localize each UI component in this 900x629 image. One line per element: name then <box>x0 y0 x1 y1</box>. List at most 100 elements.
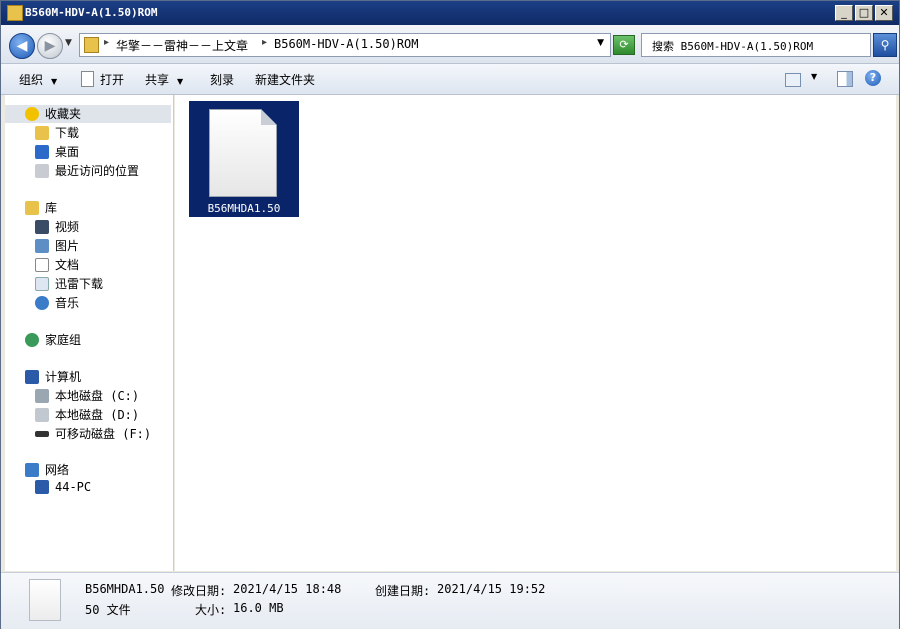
open-button[interactable]: 打开 <box>81 71 124 88</box>
command-bar: 组织 ▼ 打开 共享 ▼ 刻录 新建文件夹 ▼ ? <box>1 64 899 95</box>
window-title: B560M-HDV-A(1.50)ROM <box>25 6 158 19</box>
breadcrumb-item[interactable]: B560M-HDV-A(1.50)ROM <box>274 37 419 51</box>
network-computer-icon <box>35 480 49 494</box>
view-options-icon[interactable] <box>785 73 801 87</box>
file-name: B56MHDA1.50 <box>207 202 281 215</box>
sidebar-item-videos[interactable]: 视频 <box>35 218 79 236</box>
close-button[interactable]: ✕ <box>875 5 893 21</box>
star-icon <box>25 107 39 121</box>
sidebar-item-label: 网络 <box>45 463 70 477</box>
sidebar-item-label: 可移动磁盘 (F:) <box>55 427 152 441</box>
sidebar-item-network[interactable]: 网络 <box>25 461 69 479</box>
sidebar-item-music[interactable]: 音乐 <box>35 294 79 312</box>
sidebar-item-label: 迅雷下载 <box>55 277 104 291</box>
music-icon <box>35 296 49 310</box>
explorer-window: B560M-HDV-A(1.50)ROM _ □ ✕ ◀ ▶ ▼ ▸ 华擎－－雷… <box>0 0 900 629</box>
recent-places-icon <box>35 164 49 178</box>
system-drive-icon <box>35 389 49 403</box>
sidebar-item-downloads[interactable]: 下载 <box>35 124 79 142</box>
sidebar-item-label: 视频 <box>55 220 80 234</box>
search-placeholder: 搜索 B560M-HDV-A(1.50)ROM <box>652 40 814 53</box>
burn-button[interactable]: 刻录 <box>210 71 234 88</box>
sidebar-item-label: 库 <box>45 201 58 215</box>
help-icon[interactable]: ? <box>865 70 881 86</box>
forward-button[interactable]: ▶ <box>37 33 63 59</box>
title-bar[interactable]: B560M-HDV-A(1.50)ROM _ □ ✕ <box>1 1 899 25</box>
details-pane: B56MHDA1.50 50 文件 修改日期: 2021/4/15 18:48 … <box>1 572 899 629</box>
window-controls: _ □ ✕ <box>835 5 893 21</box>
sidebar-item-pictures[interactable]: 图片 <box>35 237 79 255</box>
sidebar-item-thunder-downloads[interactable]: 迅雷下载 <box>35 275 103 293</box>
modified-label: 修改日期: <box>171 584 227 598</box>
sidebar-item-label: 本地磁盘 (D:) <box>55 408 140 422</box>
sidebar-item-computer[interactable]: 计算机 <box>25 368 81 386</box>
sidebar-item-desktop[interactable]: 桌面 <box>35 143 79 161</box>
share-button[interactable]: 共享 ▼ <box>145 71 183 88</box>
breadcrumb-separator[interactable]: ▸ <box>104 37 109 48</box>
modified-value: 2021/4/15 18:48 <box>233 582 342 596</box>
breadcrumb-item[interactable]: 华擎－－雷神－－上文章 <box>116 37 248 54</box>
maximize-button[interactable]: □ <box>855 5 873 21</box>
share-label: 共享 <box>145 73 170 87</box>
sidebar-item-label: 收藏夹 <box>45 107 82 121</box>
file-list[interactable]: B56MHDA1.50 <box>175 95 896 571</box>
homegroup-icon <box>25 333 39 347</box>
sidebar-item-libraries[interactable]: 库 <box>25 199 57 217</box>
size-label: 大小: <box>195 603 227 617</box>
back-button[interactable]: ◀ <box>9 33 35 59</box>
organize-label: 组织 <box>19 73 44 87</box>
folder-icon <box>84 37 99 53</box>
thunder-download-icon <box>35 277 49 291</box>
video-icon <box>35 220 49 234</box>
desktop-icon <box>35 145 49 159</box>
hard-drive-icon <box>35 408 49 422</box>
preview-pane-icon[interactable] <box>837 71 853 87</box>
sidebar-item-label: 图片 <box>55 239 80 253</box>
download-folder-icon <box>35 126 49 140</box>
created-label: 创建日期: <box>375 584 431 598</box>
pictures-icon <box>35 239 49 253</box>
sidebar-item-label: 音乐 <box>55 296 80 310</box>
navigation-pane: 收藏夹 下载 桌面 最近访问的位置 库 视频 图片 文档 迅雷下载 音乐 家庭组… <box>5 95 174 571</box>
sidebar-item-label: 最近访问的位置 <box>55 164 140 178</box>
organize-button[interactable]: 组织 ▼ <box>19 71 57 88</box>
sidebar-item-label: 计算机 <box>45 370 82 384</box>
sidebar-item-homegroup[interactable]: 家庭组 <box>25 331 81 349</box>
breadcrumb-separator[interactable]: ▸ <box>262 37 267 48</box>
sidebar-item-recent[interactable]: 最近访问的位置 <box>35 162 139 180</box>
sidebar-item-label: 本地磁盘 (C:) <box>55 389 140 403</box>
sidebar-item-favorites[interactable]: 收藏夹 <box>5 105 171 123</box>
details-file-name: B56MHDA1.50 <box>85 582 165 596</box>
refresh-button[interactable]: ⟳ <box>613 35 635 55</box>
search-input[interactable]: 搜索 B560M-HDV-A(1.50)ROM <box>641 33 871 57</box>
search-icon[interactable]: ⚲ <box>873 33 897 57</box>
library-icon <box>25 201 39 215</box>
computer-icon <box>25 370 39 384</box>
open-label: 打开 <box>100 73 125 87</box>
address-dropdown-icon[interactable]: ▼ <box>597 38 604 48</box>
sidebar-item-drive-d[interactable]: 本地磁盘 (D:) <box>35 406 139 424</box>
size-value: 16.0 MB <box>233 601 284 615</box>
sidebar-item-label: 44-PC <box>55 480 92 494</box>
file-thumbnail-icon <box>29 579 61 621</box>
sidebar-item-44-pc[interactable]: 44-PC <box>35 480 91 498</box>
sidebar-item-drive-f[interactable]: 可移动磁盘 (F:) <box>35 425 151 443</box>
network-icon <box>25 463 39 477</box>
removable-drive-icon <box>35 431 49 437</box>
sidebar-item-drive-c[interactable]: 本地磁盘 (C:) <box>35 387 139 405</box>
recent-pages-dropdown[interactable]: ▼ <box>65 38 72 48</box>
minimize-button[interactable]: _ <box>835 5 853 21</box>
documents-icon <box>35 258 49 272</box>
address-row: ◀ ▶ ▼ ▸ 华擎－－雷神－－上文章 ▸ B560M-HDV-A(1.50)R… <box>1 25 899 64</box>
sidebar-item-documents[interactable]: 文档 <box>35 256 79 274</box>
sidebar-item-label: 文档 <box>55 258 80 272</box>
sidebar-item-label: 家庭组 <box>45 333 82 347</box>
file-item[interactable]: B56MHDA1.50 <box>189 101 299 217</box>
address-bar[interactable]: ▸ 华擎－－雷神－－上文章 ▸ B560M-HDV-A(1.50)ROM ▼ <box>79 33 611 57</box>
view-dropdown-icon[interactable]: ▼ <box>811 72 817 81</box>
sidebar-item-label: 桌面 <box>55 145 80 159</box>
details-file-type: 50 文件 <box>85 603 131 617</box>
file-icon <box>209 109 277 197</box>
created-value: 2021/4/15 19:52 <box>437 582 546 596</box>
new-folder-button[interactable]: 新建文件夹 <box>255 71 315 88</box>
